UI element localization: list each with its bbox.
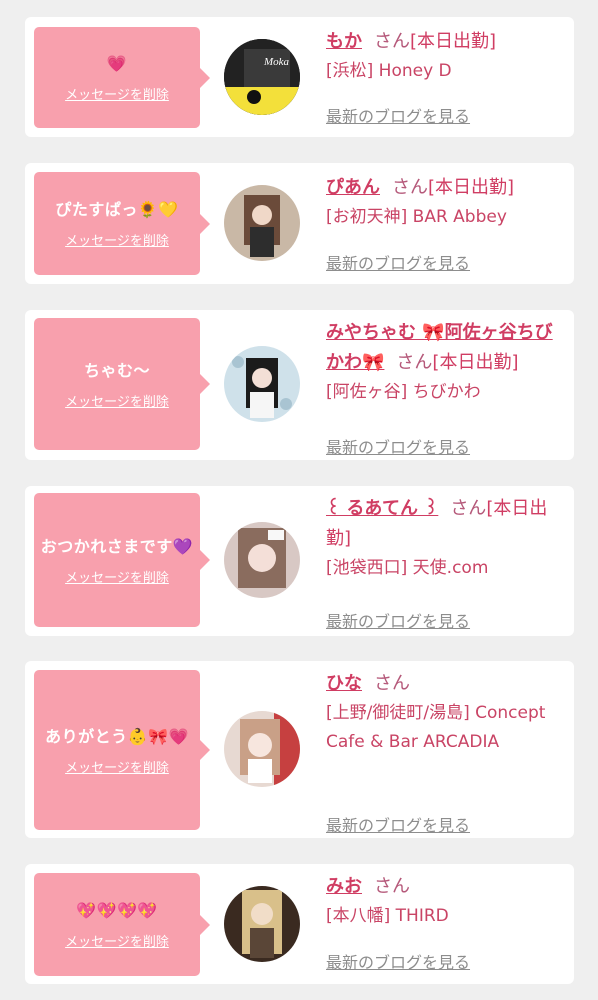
avatar[interactable]: [224, 185, 300, 261]
avatar[interactable]: [224, 711, 300, 787]
message-card: 💖💖💖💖 メッセージを削除 みお さん [本八幡] THIRD 最新のブログを見る: [25, 864, 574, 984]
message-bubble: 💗 メッセージを削除: [34, 27, 210, 128]
shop-name: [本八幡] THIRD: [326, 906, 449, 926]
cast-name-link[interactable]: ぴあん: [326, 177, 380, 198]
honorific: さん: [374, 31, 410, 52]
shop-name: [お初天神] BAR Abbey: [326, 207, 507, 227]
message-bubble: おつかれさまです💜 メッセージを削除: [34, 493, 210, 627]
message-text: おつかれさまです💜: [40, 536, 194, 556]
honorific: さん: [392, 177, 428, 198]
latest-blog-link[interactable]: 最新のブログを見る: [326, 949, 470, 973]
cast-info: みお さん [本八幡] THIRD 最新のブログを見る: [326, 872, 566, 980]
shop-name: [浜松] Honey D: [326, 61, 452, 81]
status-text: [本日出勤]: [432, 352, 519, 373]
message-bubble: 💖💖💖💖 メッセージを削除: [34, 873, 210, 976]
message-card: ありがとう👶🎀💗 メッセージを削除 ひな さん [上野/御徒町/湯島] Conce…: [25, 661, 574, 838]
avatar[interactable]: [224, 346, 300, 422]
latest-blog-link[interactable]: 最新のブログを見る: [326, 250, 470, 274]
status-text: [本日出勤]: [428, 177, 515, 198]
honorific: さん: [396, 352, 433, 373]
message-text: ありがとう👶🎀💗: [45, 726, 189, 746]
honorific: さん: [450, 498, 487, 519]
message-text: ぴたすぱっ🌻💛: [55, 200, 179, 219]
delete-message-link[interactable]: メッセージを削除: [65, 757, 169, 776]
cast-info: ꒰ るあてん ꒱ さん[本日出勤] [池袋西口] 天使.com 最新のブログを見る: [326, 494, 566, 632]
delete-message-link[interactable]: メッセージを削除: [65, 931, 169, 950]
message-card: 💗 メッセージを削除 Moka もか さん[本日出勤] [浜松] Honey D …: [25, 17, 574, 137]
latest-blog-link[interactable]: 最新のブログを見る: [326, 608, 470, 632]
latest-blog-link[interactable]: 最新のブログを見る: [326, 812, 470, 836]
shop-name: [池袋西口] 天使.com: [326, 558, 489, 578]
message-bubble: ちゃむ〜 メッセージを削除: [34, 318, 210, 450]
message-card: ぴたすぱっ🌻💛 メッセージを削除 ぴあん さん[本日出勤] [お初天神] BAR …: [25, 163, 574, 284]
avatar[interactable]: [224, 886, 300, 962]
message-text: ちゃむ〜: [83, 360, 150, 380]
message-text: 💗: [106, 54, 128, 73]
cast-name-link[interactable]: ひな: [326, 673, 362, 694]
latest-blog-link[interactable]: 最新のブログを見る: [326, 434, 470, 458]
delete-message-link[interactable]: メッセージを削除: [65, 84, 169, 103]
avatar[interactable]: Moka: [224, 39, 300, 115]
message-text: 💖💖💖💖: [76, 901, 158, 920]
shop-name: [上野/御徒町/湯島] Concept Cafe & Bar ARCADIA: [326, 703, 546, 752]
honorific: さん: [374, 876, 410, 897]
message-card: ちゃむ〜 メッセージを削除 みやちゃむ 🎀阿佐ヶ谷ちびかわ🎀 さん[本日出勤] […: [25, 310, 574, 460]
avatar[interactable]: [224, 522, 300, 598]
delete-message-link[interactable]: メッセージを削除: [65, 230, 169, 249]
delete-message-link[interactable]: メッセージを削除: [65, 567, 169, 586]
cast-info: ひな さん [上野/御徒町/湯島] Concept Cafe & Bar ARCA…: [326, 669, 566, 836]
status-text: [本日出勤]: [410, 31, 497, 52]
honorific: さん: [374, 673, 410, 694]
cast-name-link[interactable]: ꒰ るあてん ꒱: [326, 498, 438, 519]
avatar-logo-text: Moka: [263, 56, 290, 68]
cast-info: ぴあん さん[本日出勤] [お初天神] BAR Abbey 最新のブログを見る: [326, 173, 566, 278]
message-bubble: ありがとう👶🎀💗 メッセージを削除: [34, 670, 210, 830]
cast-name-link[interactable]: もか: [326, 31, 362, 52]
message-bubble: ぴたすぱっ🌻💛 メッセージを削除: [34, 172, 210, 275]
latest-blog-link[interactable]: 最新のブログを見る: [326, 103, 470, 127]
message-list: 💗 メッセージを削除 Moka もか さん[本日出勤] [浜松] Honey D …: [0, 0, 598, 1000]
shop-name: [阿佐ヶ谷] ちびかわ: [326, 382, 481, 402]
message-card: おつかれさまです💜 メッセージを削除 ꒰ るあてん ꒱ さん[本日出勤] [池袋西…: [25, 486, 574, 636]
cast-info: みやちゃむ 🎀阿佐ヶ谷ちびかわ🎀 さん[本日出勤] [阿佐ヶ谷] ちびかわ 最新の…: [326, 318, 566, 457]
delete-message-link[interactable]: メッセージを削除: [65, 391, 169, 410]
cast-info: もか さん[本日出勤] [浜松] Honey D 最新のブログを見る: [326, 27, 566, 132]
cast-name-link[interactable]: みお: [326, 876, 362, 897]
